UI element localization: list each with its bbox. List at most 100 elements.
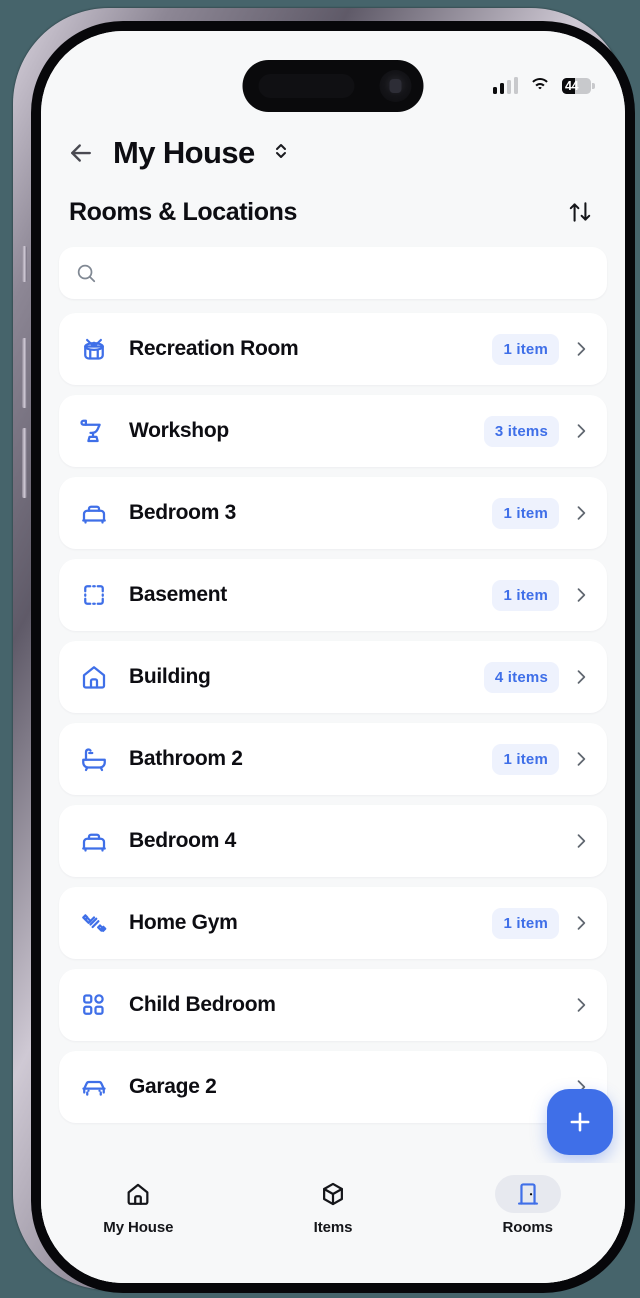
back-button[interactable] [59, 131, 103, 175]
back-arrow-icon [71, 144, 91, 162]
open-room-chevron[interactable] [571, 339, 591, 359]
room-name: Bedroom 3 [129, 501, 236, 524]
room-row[interactable]: Bedroom 3 1 item [59, 477, 607, 549]
tab-items[interactable]: Items [236, 1175, 431, 1236]
item-count-badge: 1 item [492, 497, 559, 529]
wifi-icon [529, 77, 551, 94]
chevron-right-icon [577, 424, 586, 438]
open-room-chevron[interactable] [571, 667, 591, 687]
room-icon [77, 332, 111, 366]
add-room-button[interactable] [547, 1089, 613, 1155]
room-name: Garage 2 [129, 1075, 217, 1098]
tab-my-house[interactable]: My House [41, 1175, 236, 1236]
volume-down-button[interactable] [22, 428, 27, 498]
dashed-box-icon [84, 585, 104, 605]
screenshot-stage: 44 My House Rooms & Locations Recreation… [0, 0, 640, 1298]
item-count-badge: 1 item [492, 743, 559, 775]
room-icon [77, 414, 111, 448]
open-room-chevron[interactable] [571, 749, 591, 769]
tab-label: Items [313, 1219, 353, 1236]
open-room-chevron[interactable] [571, 995, 591, 1015]
room-row[interactable]: Recreation Room 1 item [59, 313, 607, 385]
open-room-chevron[interactable] [571, 503, 591, 523]
status-indicators: 44 [492, 77, 595, 94]
phone-frame: 44 My House Rooms & Locations Recreation… [13, 8, 635, 1293]
cube-icon [323, 1182, 343, 1206]
bed-icon [82, 505, 106, 524]
search-icon [77, 264, 96, 283]
page-title: My House [113, 135, 255, 170]
cellular-signal-icon [492, 77, 518, 94]
search-input[interactable] [109, 263, 591, 283]
open-room-chevron[interactable] [571, 421, 591, 441]
bathtub-icon [82, 748, 106, 772]
room-name: Bedroom 4 [129, 829, 236, 852]
chevron-right-icon [577, 342, 586, 356]
tab-label: My House [103, 1219, 174, 1236]
chevron-right-icon [577, 506, 586, 520]
search-section [41, 229, 625, 299]
battery-icon: 44 [562, 77, 595, 94]
car-icon [82, 1080, 106, 1096]
chevron-right-icon [577, 998, 586, 1012]
blocks-icon [83, 994, 104, 1015]
section-header: Rooms & Locations [41, 175, 625, 229]
room-icon [77, 578, 111, 612]
door-icon [517, 1183, 538, 1205]
room-row[interactable]: Bedroom 4 [59, 805, 607, 877]
phone-screen: 44 My House Rooms & Locations Recreation… [41, 31, 625, 1283]
room-name: Workshop [129, 419, 229, 442]
item-count-badge: 4 items [483, 661, 559, 693]
silent-switch[interactable] [22, 246, 27, 282]
room-row[interactable]: Home Gym 1 item [59, 887, 607, 959]
item-count-badge: 3 items [483, 415, 559, 447]
search-box[interactable] [59, 247, 607, 299]
home-icon [127, 1183, 149, 1205]
sort-arrows-icon [569, 202, 591, 222]
drum-icon [84, 338, 104, 360]
room-row[interactable]: Child Bedroom [59, 969, 607, 1041]
room-name: Home Gym [129, 911, 238, 934]
room-name: Basement [129, 583, 227, 606]
room-row[interactable]: Basement 1 item [59, 559, 607, 631]
room-name: Child Bedroom [129, 993, 276, 1016]
room-row[interactable]: Bathroom 2 1 item [59, 723, 607, 795]
sort-button[interactable] [563, 195, 597, 229]
house-selector-button[interactable] [271, 139, 291, 168]
battery-percent: 44 [565, 78, 579, 93]
rooms-list[interactable]: Recreation Room 1 item Workshop 3 items Bedr… [41, 299, 625, 1283]
volume-up-button[interactable] [22, 338, 27, 408]
item-count-badge: 1 item [492, 907, 559, 939]
room-row[interactable]: Building 4 items [59, 641, 607, 713]
tab-rooms[interactable]: Rooms [430, 1175, 625, 1236]
room-icon [77, 660, 111, 694]
open-room-chevron[interactable] [571, 913, 591, 933]
room-row[interactable]: Workshop 3 items [59, 395, 607, 467]
earpiece-speaker [258, 74, 355, 98]
chevron-right-icon [577, 670, 586, 684]
chevron-right-icon [577, 834, 586, 848]
room-icon [77, 1070, 111, 1104]
room-icon [77, 906, 111, 940]
front-camera-icon [379, 70, 412, 102]
room-icon [77, 496, 111, 530]
bed-icon [82, 833, 106, 852]
chevron-up-down-icon [275, 143, 286, 158]
anvil-icon [80, 419, 101, 443]
chevron-right-icon [577, 916, 586, 930]
app-container: My House Rooms & Locations Recreation Ro… [41, 31, 625, 1283]
item-count-badge: 1 item [492, 333, 559, 365]
room-row[interactable]: Garage 2 [59, 1051, 607, 1123]
open-room-chevron[interactable] [571, 585, 591, 605]
tab-icon [494, 1175, 561, 1213]
home-icon [82, 666, 106, 689]
tab-label: Rooms [502, 1219, 553, 1236]
tab-icon [300, 1175, 366, 1213]
room-name: Recreation Room [129, 337, 299, 360]
item-count-badge: 1 item [492, 579, 559, 611]
section-title: Rooms & Locations [69, 197, 297, 226]
dumbbell-icon [82, 914, 107, 932]
bottom-tab-bar[interactable]: My House Items Rooms [41, 1163, 625, 1283]
room-name: Building [129, 665, 211, 688]
open-room-chevron[interactable] [571, 831, 591, 851]
